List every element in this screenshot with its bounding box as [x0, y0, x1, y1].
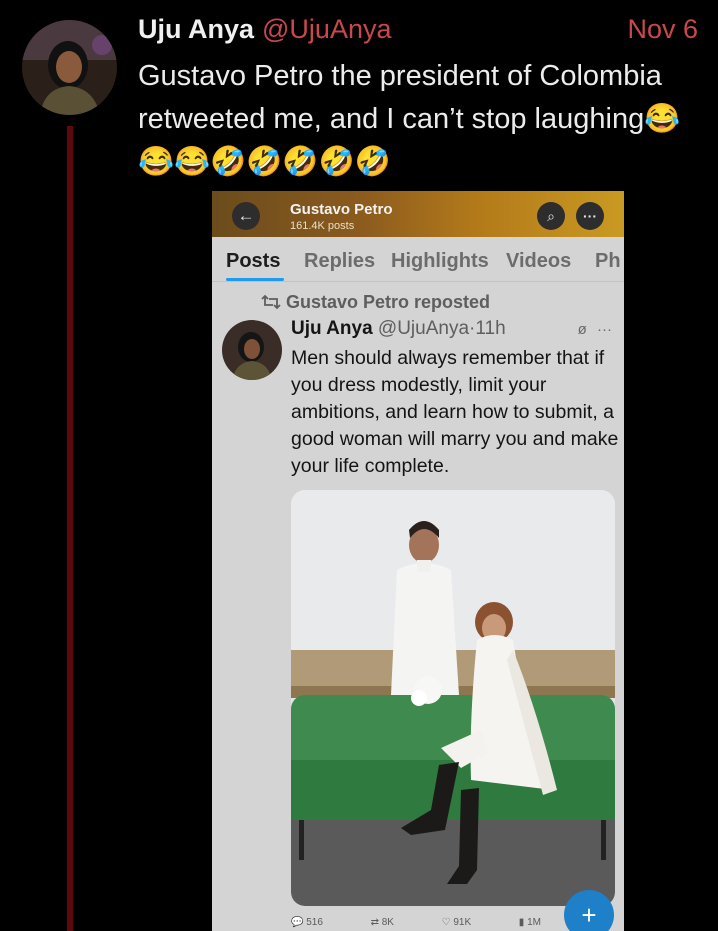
- more-options-icon[interactable]: ···: [576, 202, 604, 230]
- tab-videos[interactable]: Videos: [506, 250, 571, 273]
- profile-tabs: Posts Replies Highlights Videos Ph: [212, 237, 624, 282]
- repost-icon: [261, 294, 281, 310]
- like-count[interactable]: ♡ 91K: [442, 917, 472, 928]
- author-handle[interactable]: @UjuAnya: [262, 14, 391, 44]
- thread-line: [67, 126, 73, 931]
- post-more-icon[interactable]: ···: [597, 321, 612, 338]
- grok-icon[interactable]: ø: [578, 321, 587, 338]
- tweet-date[interactable]: Nov 6: [627, 14, 698, 45]
- back-arrow-icon[interactable]: ←: [232, 202, 260, 230]
- inner-post-header: Uju Anya @UjuAnya·11h: [291, 318, 506, 340]
- tab-posts[interactable]: Posts: [226, 250, 280, 273]
- active-tab-indicator: [226, 278, 284, 281]
- inner-post-tools: ø ···: [578, 321, 612, 338]
- post-count: 161.4K posts: [290, 220, 355, 232]
- tweet-text: Gustavo Petro the president of Colombia …: [138, 60, 681, 178]
- post-photo[interactable]: [291, 490, 615, 906]
- repost-count[interactable]: ⇄ 8K: [371, 917, 394, 928]
- tweet-header: Uju Anya @UjuAnya: [138, 14, 391, 45]
- search-icon[interactable]: ⌕: [537, 202, 565, 230]
- inner-author-name[interactable]: Uju Anya: [291, 318, 373, 339]
- author-name[interactable]: Uju Anya: [138, 14, 254, 44]
- repost-label: Gustavo Petro reposted: [286, 292, 491, 312]
- tab-highlights[interactable]: Highlights: [391, 250, 489, 273]
- profile-name: Gustavo Petro: [290, 201, 393, 218]
- post-stats: 💬 516 ⇄ 8K ♡ 91K ▮ 1M: [291, 917, 541, 928]
- repost-indicator: Gustavo Petro reposted: [260, 292, 490, 313]
- inner-post-text: Men should always remember that if you d…: [291, 347, 619, 477]
- inner-post-time: ·11h: [469, 318, 506, 339]
- inner-author-avatar[interactable]: [222, 320, 282, 380]
- author-avatar[interactable]: [22, 20, 117, 115]
- view-count[interactable]: ▮ 1M: [519, 917, 541, 928]
- tab-photos[interactable]: Ph: [595, 250, 621, 273]
- profile-header: ← Gustavo Petro 161.4K posts ⌕ ···: [212, 191, 624, 237]
- inner-author-handle[interactable]: @UjuAnya: [378, 318, 469, 339]
- reply-count[interactable]: 💬 516: [291, 917, 323, 928]
- tab-replies[interactable]: Replies: [304, 250, 375, 273]
- embedded-screenshot[interactable]: ← Gustavo Petro 161.4K posts ⌕ ··· Posts…: [212, 191, 624, 931]
